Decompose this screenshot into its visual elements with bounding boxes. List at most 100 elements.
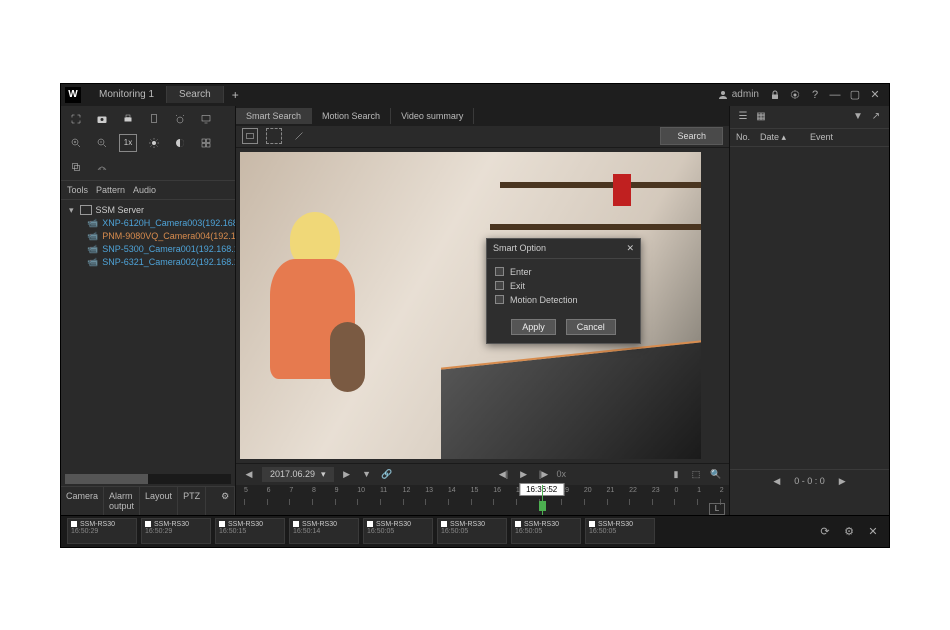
option-motion[interactable]: Motion Detection [495, 293, 632, 307]
snapshot-icon[interactable] [93, 110, 111, 128]
alarm-icon[interactable] [171, 110, 189, 128]
strip-close-icon[interactable]: ✕ [866, 524, 880, 538]
left-panel: 1x Tools Pattern Audio ▾ SSM Server 📹 XN… [61, 106, 236, 515]
zoom-reset-button[interactable]: 1x [119, 134, 137, 152]
red-figure [613, 174, 631, 206]
bookmark-icon[interactable] [145, 110, 163, 128]
refresh-icon[interactable]: ⟳ [818, 524, 832, 538]
pager-label: 0 - 0 : 0 [794, 476, 825, 486]
lock-icon[interactable] [768, 88, 782, 102]
tree-scrollbar[interactable] [65, 474, 231, 484]
timeline[interactable]: 567891011121314151617181920212223012 16:… [236, 485, 729, 515]
thumbnail-item[interactable]: SSM-RS3016:50:14 [289, 518, 359, 544]
thumbnail-item[interactable]: SSM-RS3016:50:29 [67, 518, 137, 544]
subtab-pattern[interactable]: Pattern [96, 185, 125, 195]
cancel-button[interactable]: Cancel [566, 319, 616, 335]
center-panel: Smart Search Motion Search Video summary… [236, 106, 729, 515]
strip-gear-icon[interactable]: ⚙ [842, 524, 856, 538]
server-icon [80, 205, 92, 215]
subtab-tools[interactable]: Tools [67, 185, 88, 195]
video-viewport[interactable]: Smart Option ✕ Enter Exit Motion Detecti… [236, 148, 729, 463]
right-panel: ☰ ▦ ▼ ↗ No. Date ▴ Event ◀ 0 - 0 : 0 ▶ [729, 106, 889, 515]
bookmark-small-icon[interactable]: ▮ [669, 469, 683, 480]
minimize-icon[interactable]: — [828, 88, 842, 102]
left-subtabs: Tools Pattern Audio [61, 181, 235, 200]
tree-camera[interactable]: 📹 SNP-5300_Camera001(192.168.10 [69, 243, 233, 256]
thumbnail-item[interactable]: SSM-RS3016:50:05 [585, 518, 655, 544]
pager-prev-icon[interactable]: ◀ [773, 476, 780, 487]
top-tab-monitoring[interactable]: Monitoring 1 [87, 86, 167, 103]
step-forward-icon[interactable]: |▶ [537, 469, 551, 480]
export-icon[interactable]: ⬚ [689, 469, 703, 480]
brightness-icon[interactable] [145, 134, 163, 152]
draw-rect-icon[interactable] [242, 128, 258, 144]
apply-button[interactable]: Apply [511, 319, 556, 335]
titlebar: W Monitoring 1 Search + admin ? — ▢ ✕ [61, 84, 889, 106]
list-view-icon[interactable]: ☰ [736, 110, 750, 124]
event-list-header: No. Date ▴ Event [730, 128, 889, 147]
btab-ptz[interactable]: PTZ [178, 487, 206, 515]
monitor-icon[interactable] [197, 110, 215, 128]
grid-view-icon[interactable]: ▦ [754, 110, 768, 124]
draw-line-icon[interactable] [290, 127, 308, 145]
timeline-marker[interactable] [542, 485, 543, 515]
tree-camera[interactable]: 📹 XNP-6120H_Camera003(192.168.1. [69, 217, 233, 230]
play-icon[interactable]: ▶ [517, 469, 531, 480]
export-right-icon[interactable]: ↗ [869, 110, 883, 124]
col-date[interactable]: Date ▴ [760, 132, 810, 143]
tab-smart-search[interactable]: Smart Search [236, 108, 312, 124]
smart-option-dialog: Smart Option ✕ Enter Exit Motion Detecti… [486, 238, 641, 344]
zoom-in-icon[interactable] [67, 134, 85, 152]
dialog-close-icon[interactable]: ✕ [626, 243, 634, 254]
top-tab-search[interactable]: Search [167, 86, 224, 103]
zoom-out-icon[interactable] [93, 134, 111, 152]
tool-palette: 1x [61, 106, 235, 181]
link-icon[interactable]: 🔗 [380, 469, 394, 480]
contrast-icon[interactable] [171, 134, 189, 152]
person-figure [270, 212, 390, 412]
option-exit[interactable]: Exit [495, 279, 632, 293]
gear-icon[interactable] [788, 88, 802, 102]
col-event[interactable]: Event [810, 132, 833, 143]
copy-icon[interactable] [67, 158, 85, 176]
date-prev-icon[interactable]: ◀ [242, 469, 256, 480]
col-no[interactable]: No. [736, 132, 760, 143]
print-icon[interactable] [119, 110, 137, 128]
tree-server[interactable]: ▾ SSM Server [69, 204, 233, 217]
grid-icon[interactable] [197, 134, 215, 152]
tree-camera[interactable]: 📹 PNM-9080VQ_Camera004(192.168 [69, 230, 233, 243]
pager-next-icon[interactable]: ▶ [839, 476, 846, 487]
date-next-icon[interactable]: ▶ [340, 469, 354, 480]
btab-layout[interactable]: Layout [140, 487, 178, 515]
filter-right-icon[interactable]: ▼ [851, 110, 865, 124]
search-button[interactable]: Search [660, 127, 723, 145]
gear-small-icon[interactable]: ⚙ [216, 487, 235, 515]
thumbnail-item[interactable]: SSM-RS3016:50:15 [215, 518, 285, 544]
step-back-icon[interactable]: ◀| [497, 469, 511, 480]
timeline-zoom-button[interactable]: L [709, 503, 725, 515]
dewarp-icon[interactable] [93, 158, 111, 176]
help-icon[interactable]: ? [808, 88, 822, 102]
btab-alarm[interactable]: Alarm output [104, 487, 140, 515]
date-selector[interactable]: 2017.06.29 ▾ [262, 467, 334, 482]
thumbnail-item[interactable]: SSM-RS3016:50:05 [363, 518, 433, 544]
subtab-audio[interactable]: Audio [133, 185, 156, 195]
filter-icon[interactable]: ▼ [360, 469, 374, 479]
fullscreen-icon[interactable] [67, 110, 85, 128]
tree-camera[interactable]: 📹 SNP-6321_Camera002(192.168.1.1 [69, 256, 233, 269]
tab-video-summary[interactable]: Video summary [391, 108, 474, 124]
tab-motion-search[interactable]: Motion Search [312, 108, 391, 124]
draw-region-icon[interactable] [266, 128, 282, 144]
search-small-icon[interactable]: 🔍 [709, 469, 723, 480]
btab-camera[interactable]: Camera [61, 487, 104, 515]
option-enter[interactable]: Enter [495, 265, 632, 279]
maximize-icon[interactable]: ▢ [848, 88, 862, 102]
user-label[interactable]: admin [717, 89, 759, 101]
thumbnail-item[interactable]: SSM-RS3016:50:05 [511, 518, 581, 544]
pager: ◀ 0 - 0 : 0 ▶ [730, 469, 889, 493]
playback-bar: ◀ 2017.06.29 ▾ ▶ ▼ 🔗 ◀| ▶ |▶ 0x ▮ ⬚ 🔍 [236, 463, 729, 485]
add-tab-button[interactable]: + [224, 85, 247, 105]
close-icon[interactable]: ✕ [868, 88, 882, 102]
thumbnail-item[interactable]: SSM-RS3016:50:29 [141, 518, 211, 544]
thumbnail-item[interactable]: SSM-RS3016:50:05 [437, 518, 507, 544]
